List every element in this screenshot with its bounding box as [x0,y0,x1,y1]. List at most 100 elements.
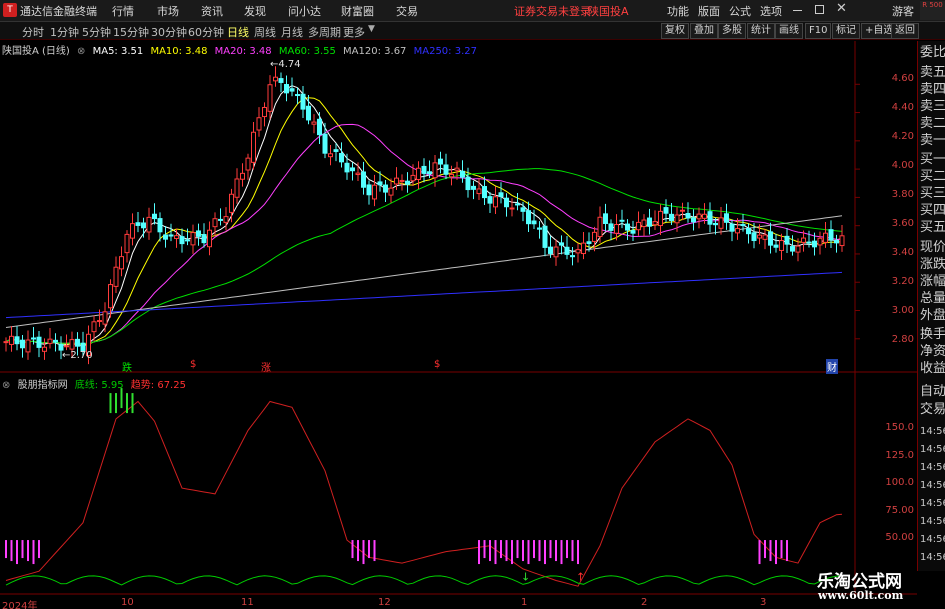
candle[interactable] [707,211,713,225]
candle[interactable] [454,167,460,171]
candle[interactable] [284,84,289,94]
candle[interactable] [757,234,762,239]
candle[interactable] [735,228,740,234]
candle[interactable] [746,227,751,235]
candle[interactable] [542,225,548,248]
candle[interactable] [449,173,454,178]
rp-sell5[interactable]: 卖五 [920,65,945,80]
candle[interactable] [520,207,526,212]
candle[interactable] [97,320,102,323]
rp-sell1[interactable]: 卖一 [920,133,945,148]
candle[interactable] [267,84,273,112]
candle[interactable] [9,335,14,345]
candle[interactable] [751,232,757,242]
candle[interactable] [647,217,652,227]
marker-die[interactable]: 跌 [122,359,132,374]
candle[interactable] [652,221,658,226]
rp-weibi[interactable]: 委比 [920,45,945,60]
rp-shouyi[interactable]: 收益 [920,361,945,376]
rp-trade[interactable]: 交易 [920,402,945,417]
candle[interactable] [718,217,724,229]
candle[interactable] [278,78,284,83]
candle[interactable] [229,193,234,213]
candle[interactable] [564,246,570,255]
candle[interactable] [823,232,828,243]
rp-zhangdie[interactable]: 涨跌 [920,257,945,272]
candle[interactable] [295,94,300,97]
rp-sell4[interactable]: 卖四 [920,82,945,97]
candle[interactable] [427,171,432,175]
candle[interactable] [592,231,597,242]
candle[interactable] [69,339,75,350]
candle[interactable] [465,176,471,191]
candle[interactable] [405,180,410,185]
rp-auto[interactable]: 自动 [920,384,945,399]
candle[interactable] [20,339,25,349]
candle[interactable] [42,346,47,352]
candle[interactable] [383,184,388,193]
candle[interactable] [212,218,218,228]
candle[interactable] [779,240,784,251]
rp-sell3[interactable]: 卖三 [920,99,945,114]
candle[interactable] [256,117,262,131]
candle[interactable] [47,338,53,344]
candle[interactable] [487,196,493,204]
candle[interactable] [91,321,97,333]
candle[interactable] [31,337,36,340]
marker-cai[interactable]: 财 [826,359,838,374]
rp-huanshou[interactable]: 换手 [920,327,945,342]
candle[interactable] [399,179,405,182]
rp-buy2[interactable]: 买二 [920,169,945,184]
candle[interactable] [251,131,256,163]
candle[interactable] [608,223,614,231]
candle[interactable] [630,230,636,234]
candle[interactable] [262,106,267,118]
rp-waipan[interactable]: 外盘 [920,308,945,323]
candle[interactable] [614,224,619,234]
candle[interactable] [207,229,212,248]
candle[interactable] [828,229,834,241]
rp-xianjia[interactable]: 现价 [920,240,945,255]
rp-zhangfu[interactable]: 涨幅 [920,274,945,289]
candle[interactable] [575,249,581,254]
rp-buy5[interactable]: 买五 [920,220,945,235]
candle[interactable] [740,224,746,227]
candle[interactable] [355,172,361,176]
candle[interactable] [130,223,135,239]
candle[interactable] [410,174,416,182]
candle[interactable] [350,167,355,172]
candle[interactable] [388,187,394,196]
candle[interactable] [14,336,20,345]
candle[interactable] [702,213,707,219]
candle[interactable] [636,221,641,231]
candle[interactable] [762,234,768,240]
candle[interactable] [680,209,685,212]
candle[interactable] [102,311,108,325]
candle[interactable] [377,181,383,186]
candle[interactable] [724,213,729,223]
candle[interactable] [366,184,372,196]
candle[interactable] [812,240,817,248]
candle[interactable] [625,223,630,231]
candle[interactable] [713,222,718,226]
rp-buy1[interactable]: 买一 [920,152,945,167]
candle[interactable] [460,170,465,178]
candle[interactable] [482,186,487,199]
candle[interactable] [421,165,427,174]
candle[interactable] [839,235,845,247]
candle[interactable] [240,172,245,180]
candle[interactable] [790,246,795,252]
candle[interactable] [53,339,58,343]
candle[interactable] [339,153,344,163]
candle[interactable] [476,188,482,195]
marker-zhang[interactable]: 涨 [261,359,271,374]
candle[interactable] [795,245,801,253]
candle[interactable] [394,177,399,185]
candle[interactable] [773,244,779,248]
candle[interactable] [581,242,586,255]
candle[interactable] [306,105,311,121]
candle[interactable] [619,219,625,222]
rp-buy4[interactable]: 买四 [920,203,945,218]
candle[interactable] [344,162,350,173]
candle[interactable] [658,210,663,227]
